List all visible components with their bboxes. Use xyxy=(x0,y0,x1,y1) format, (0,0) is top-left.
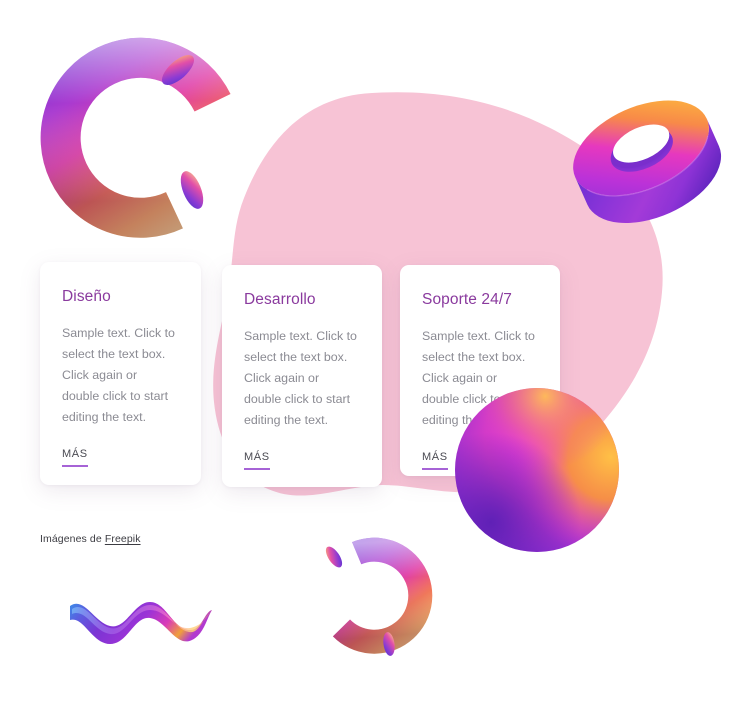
card-body: Sample text. Click to select the text bo… xyxy=(244,329,357,427)
card-more-link[interactable]: MÁS xyxy=(422,451,448,470)
card-more-link[interactable]: MÁS xyxy=(244,451,270,470)
card-title: Diseño xyxy=(62,288,111,305)
credit-prefix: Imágenes de xyxy=(40,533,105,545)
feature-cards-row: Diseño Sample text. Click to select the … xyxy=(0,0,750,714)
card-body: Sample text. Click to select the text bo… xyxy=(422,329,535,427)
feature-card-desarrollo[interactable]: Desarrollo Sample text. Click to select … xyxy=(222,265,382,487)
image-credit: Imágenes de Freepik xyxy=(40,533,141,545)
card-title: Soporte 24/7 xyxy=(422,291,512,308)
card-body: Sample text. Click to select the text bo… xyxy=(62,326,175,424)
feature-card-diseno[interactable]: Diseño Sample text. Click to select the … xyxy=(40,262,201,485)
card-more-link[interactable]: MÁS xyxy=(62,448,88,467)
card-title: Desarrollo xyxy=(244,291,316,308)
feature-card-soporte[interactable]: Soporte 24/7 Sample text. Click to selec… xyxy=(400,265,560,476)
credit-link-freepik[interactable]: Freepik xyxy=(105,533,141,545)
page-canvas: Diseño Sample text. Click to select the … xyxy=(0,0,750,714)
